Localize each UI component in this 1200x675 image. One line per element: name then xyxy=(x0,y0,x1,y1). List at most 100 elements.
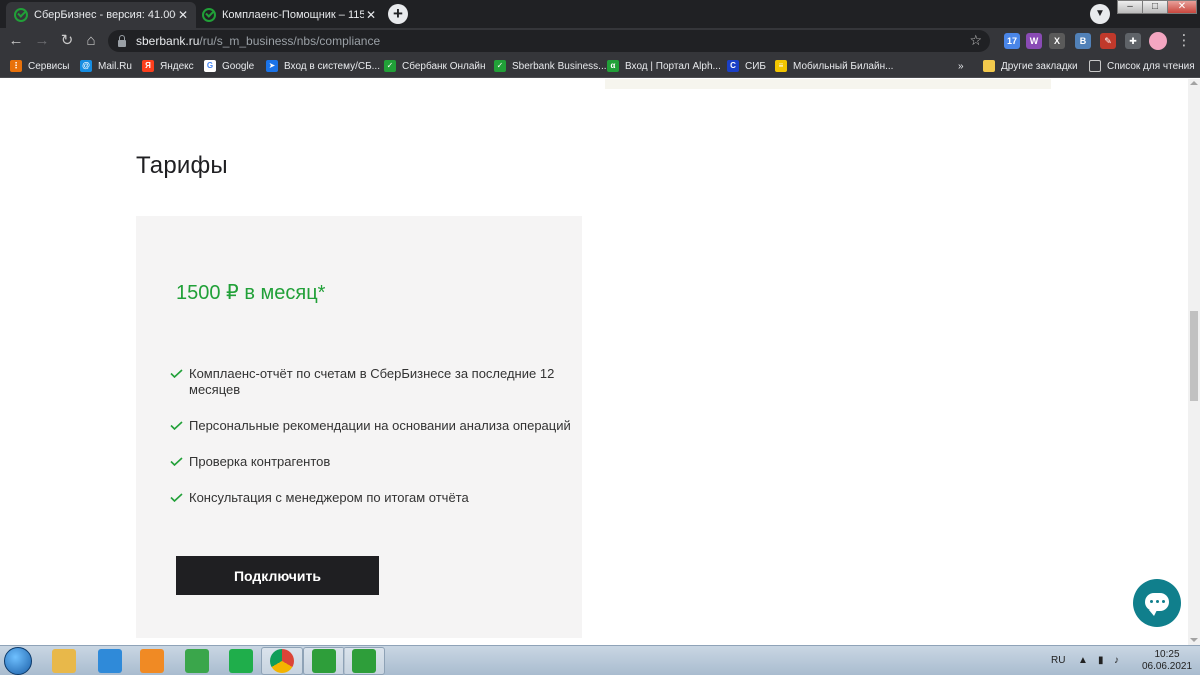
start-button[interactable] xyxy=(4,647,32,675)
browser-window: СберБизнес - версия: 41.000.04 ✕ Комплае… xyxy=(0,0,1200,645)
check-icon xyxy=(170,421,183,430)
feature-text: Проверка контрагентов xyxy=(189,454,331,469)
back-icon[interactable]: ← xyxy=(6,31,26,51)
tariff-card: 1500 ₽ в месяц* Комплаенс-отчёт по счета… xyxy=(136,216,582,638)
wifi-app-icon[interactable] xyxy=(185,649,209,673)
tray-expand-icon[interactable]: ▲ xyxy=(1078,655,1088,666)
chat-button[interactable] xyxy=(1133,579,1181,627)
feature-item: Персональные рекомендации на основании а… xyxy=(170,418,582,434)
page-scrollbar[interactable] xyxy=(1188,79,1200,645)
check-icon xyxy=(170,457,183,466)
bookmark-label: Вход в систему/СБ... xyxy=(284,60,380,72)
menu-icon[interactable]: ⋮ xyxy=(1174,31,1194,51)
bookmark-item[interactable]: C СИБ xyxy=(727,54,766,78)
bird-icon: ➤ xyxy=(266,60,278,72)
tab-compliance[interactable]: Комплаенс-Помощник – 115-Ф ✕ xyxy=(194,2,384,28)
feature-text: Консультация с менеджером по итогам отчё… xyxy=(189,490,469,505)
new-tab-button[interactable]: + xyxy=(388,4,408,24)
chat-bubble-icon xyxy=(1145,593,1169,616)
bookmark-label: Mail.Ru xyxy=(98,60,132,72)
scroll-down-icon[interactable] xyxy=(1190,638,1198,642)
close-tab-icon[interactable]: ✕ xyxy=(176,8,190,22)
browser-toolbar: ← → ↻ ⌂ sberbank.ru /ru/s_m_business/nbs… xyxy=(0,28,1200,54)
bookmark-item[interactable]: Я Яндекс xyxy=(142,54,194,78)
bookmark-item[interactable]: @ Mail.Ru xyxy=(80,54,132,78)
scroll-thumb[interactable] xyxy=(1190,311,1198,401)
bookmark-item[interactable]: ≡ Мобильный Билайн... xyxy=(775,54,893,78)
scroll-up-icon[interactable] xyxy=(1190,81,1198,85)
close-tab-icon[interactable]: ✕ xyxy=(364,8,378,22)
reading-list-button[interactable]: Список для чтения xyxy=(1089,54,1195,78)
address-bar[interactable]: sberbank.ru /ru/s_m_business/nbs/complia… xyxy=(108,30,990,52)
vk-extension-icon[interactable]: B xyxy=(1075,33,1091,49)
bookmarks-bar: ⋮ Сервисы @ Mail.Ru Я Яндекс G Google ➤ Вход в си… xyxy=(0,54,1200,78)
bookmark-label: Sberbank Business... xyxy=(512,60,607,72)
chat-dot xyxy=(1156,600,1159,603)
check-icon xyxy=(170,369,183,378)
bookmark-label: Сбербанк Онлайн xyxy=(402,60,486,72)
w-extension-icon[interactable]: W xyxy=(1026,33,1042,49)
page-content: Тарифы 1500 ₽ в месяц* Комплаенс-отчёт п… xyxy=(0,79,1188,645)
bookmark-label: Сервисы xyxy=(28,60,70,72)
sber-icon: ✓ xyxy=(384,60,396,72)
clock-time: 10:25 xyxy=(1154,649,1180,660)
chrome-icon[interactable] xyxy=(270,649,294,673)
tab-search-icon[interactable]: ▼ xyxy=(1090,4,1110,24)
forward-icon[interactable]: → xyxy=(32,31,52,51)
tool-extension-icon[interactable]: ✎ xyxy=(1100,33,1116,49)
x-extension-icon[interactable]: X xyxy=(1049,33,1065,49)
calendar-icon[interactable]: 17 xyxy=(1004,33,1020,49)
yandex-icon: Я xyxy=(142,60,154,72)
home-icon[interactable]: ⌂ xyxy=(81,31,101,51)
bookmark-item[interactable]: ⋮ Сервисы xyxy=(10,54,69,78)
connect-button[interactable]: Подключить xyxy=(176,556,379,595)
bookmark-star-icon[interactable]: ☆ xyxy=(969,32,982,49)
minimize-button[interactable]: – xyxy=(1117,0,1143,14)
reload-icon[interactable]: ↻ xyxy=(57,31,77,51)
puzzle-icon[interactable]: ✚ xyxy=(1125,33,1141,49)
bookmark-label: Мобильный Билайн... xyxy=(793,60,894,72)
reading-list-icon xyxy=(1089,60,1101,72)
tariff-features-list: Комплаенс-отчёт по счетам в СберБизнесе … xyxy=(170,366,582,526)
bookmark-item[interactable]: G Google xyxy=(204,54,254,78)
tab-sberbusiness[interactable]: СберБизнес - версия: 41.000.04 ✕ xyxy=(6,2,196,28)
other-bookmarks-label: Другие закладки xyxy=(1001,60,1078,72)
media-player-icon[interactable] xyxy=(140,649,164,673)
bookmarks-overflow-button[interactable]: » xyxy=(958,54,964,78)
maximize-button[interactable]: □ xyxy=(1142,0,1168,14)
bookmark-item[interactable]: ➤ Вход в систему/СБ... xyxy=(266,54,380,78)
tab-title: Комплаенс-Помощник – 115-Ф xyxy=(222,9,364,21)
mail-agent-icon[interactable] xyxy=(229,649,253,673)
url-host: sberbank.ru xyxy=(136,34,200,48)
language-indicator[interactable]: RU xyxy=(1051,655,1065,666)
mailru-icon: @ xyxy=(80,60,92,72)
network-tray-icon[interactable]: ▮ xyxy=(1098,655,1104,666)
money-app-2-icon[interactable] xyxy=(352,649,376,673)
chat-dot xyxy=(1150,600,1153,603)
apps-grid-icon: ⋮ xyxy=(10,60,22,72)
feature-item: Консультация с менеджером по итогам отчё… xyxy=(170,490,582,506)
ie-icon[interactable] xyxy=(98,649,122,673)
bookmark-label: Google xyxy=(222,60,255,72)
feature-item: Комплаенс-отчёт по счетам в СберБизнесе … xyxy=(170,366,582,398)
folder-icon xyxy=(983,60,995,72)
money-app-icon[interactable] xyxy=(312,649,336,673)
explorer-icon[interactable] xyxy=(52,649,76,673)
previous-card-edge xyxy=(605,79,1051,89)
lock-icon[interactable] xyxy=(118,34,126,47)
beeline-icon: ≡ xyxy=(775,60,787,72)
alpha-icon: α xyxy=(607,60,619,72)
system-clock[interactable]: 10:25 06.06.2021 xyxy=(1139,649,1195,673)
bookmark-item[interactable]: ✓ Sberbank Business... xyxy=(494,54,607,78)
check-icon xyxy=(170,493,183,502)
bookmark-item[interactable]: α Вход | Портал Alph... xyxy=(607,54,721,78)
tab-strip: СберБизнес - версия: 41.000.04 ✕ Комплае… xyxy=(0,0,1200,28)
profile-avatar[interactable] xyxy=(1149,32,1167,50)
other-bookmarks-folder[interactable]: Другие закладки xyxy=(983,54,1078,78)
close-window-button[interactable]: ✕ xyxy=(1167,0,1197,14)
volume-tray-icon[interactable]: ♪ xyxy=(1114,655,1119,666)
section-title: Тарифы xyxy=(136,152,228,179)
bookmark-label: Вход | Портал Alph... xyxy=(625,60,721,72)
bookmark-item[interactable]: ✓ Сбербанк Онлайн xyxy=(384,54,486,78)
sber-favicon-icon xyxy=(202,8,216,22)
